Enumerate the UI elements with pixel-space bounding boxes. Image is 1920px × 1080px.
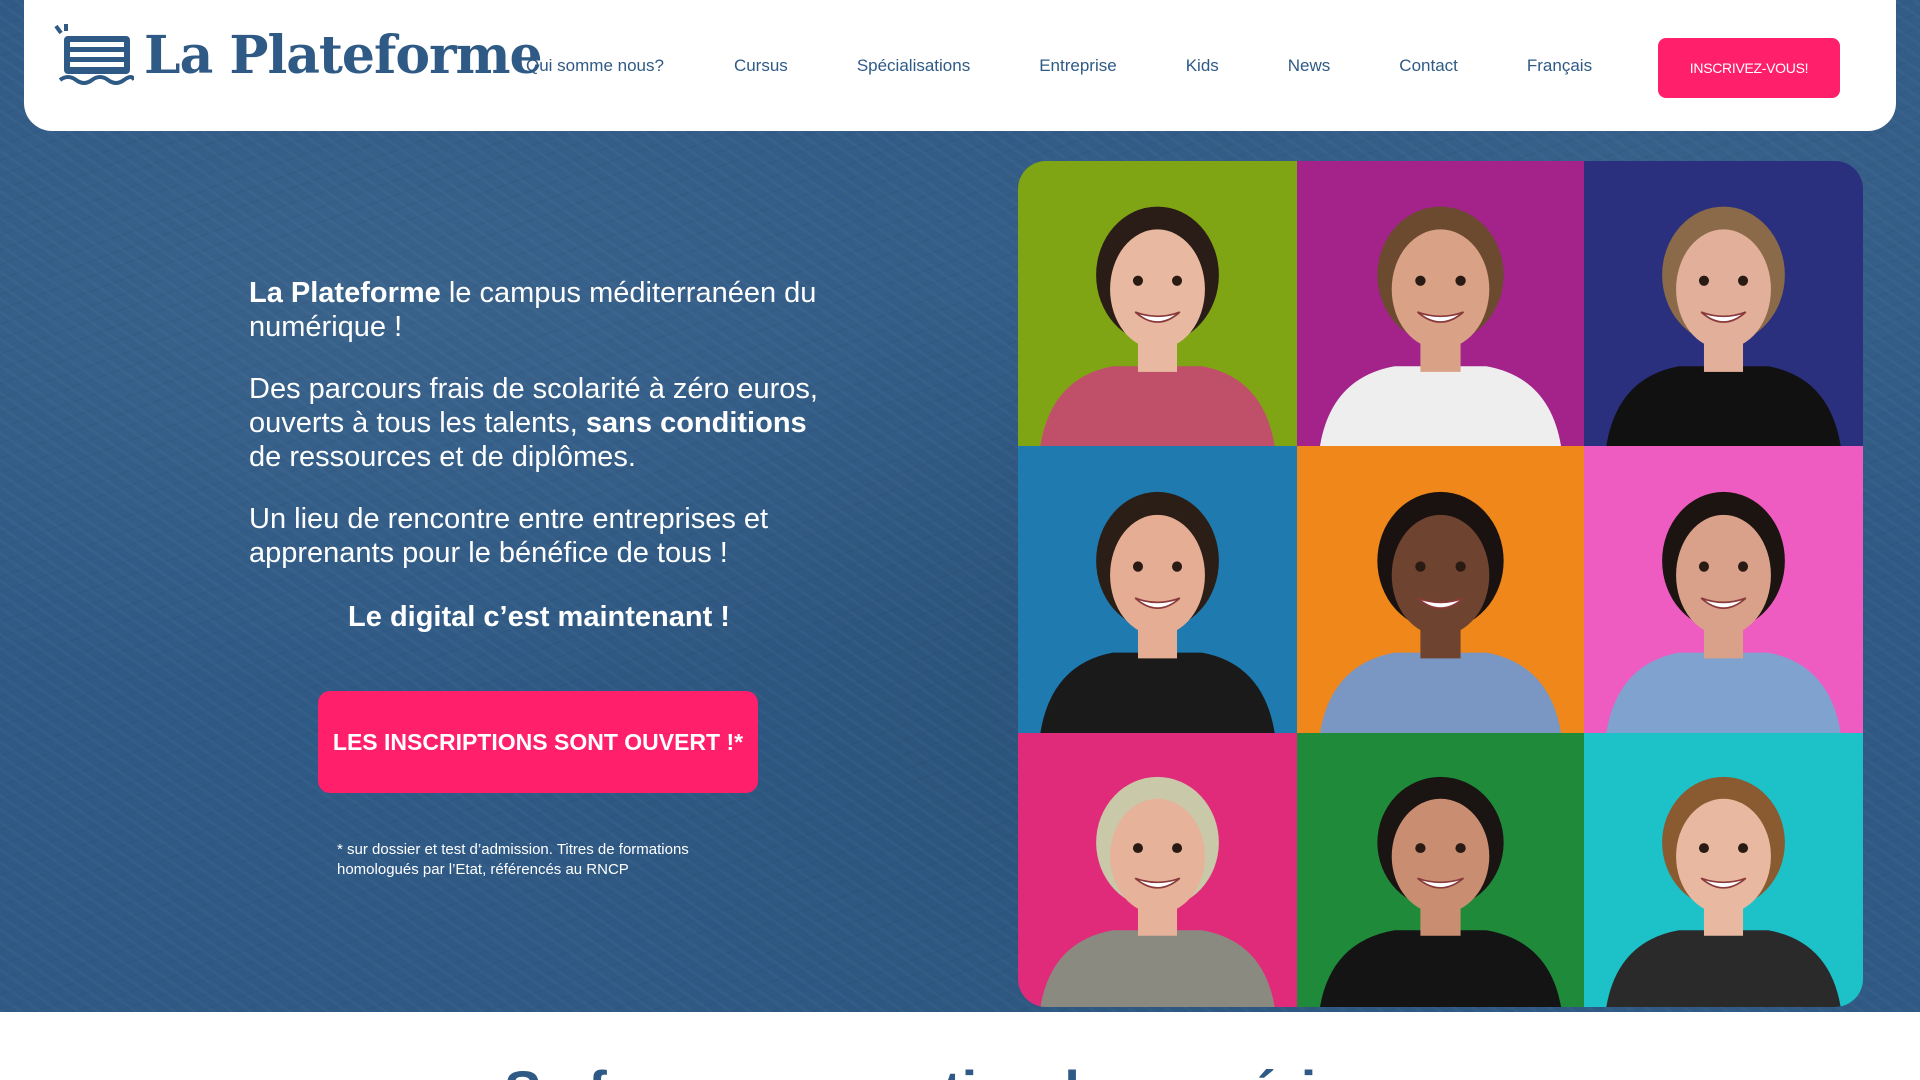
student-photo	[1297, 733, 1584, 1007]
hero-paragraph-meeting: Un lieu de rencontre entre entreprises e…	[249, 503, 769, 569]
portrait-image	[1040, 776, 1275, 1007]
student-photo	[1018, 446, 1297, 733]
main-nav: Qui somme nous? Cursus Spécialisations E…	[526, 56, 1592, 76]
portrait-image	[1040, 206, 1275, 446]
hero-fees-bold: sans conditions	[585, 407, 807, 439]
student-photo-grid	[1018, 161, 1863, 1007]
student-photo	[1297, 446, 1584, 733]
student-photo	[1297, 161, 1584, 446]
hero-tagline: Le digital c’est maintenant !	[348, 601, 730, 633]
hero-intro-brand: La Plateforme	[249, 277, 441, 309]
student-photo	[1018, 161, 1297, 446]
student-photo	[1018, 733, 1297, 1007]
site-header: La Plateforme Qui somme nous? Cursus Spé…	[24, 0, 1896, 131]
hero-text: La Plateforme le campus méditerranéen du…	[249, 276, 839, 598]
nav-entreprise[interactable]: Entreprise	[1039, 56, 1116, 76]
admission-footnote: * sur dossier et test d’admission. Titre…	[337, 841, 689, 878]
nav-language-select[interactable]: Français	[1527, 56, 1592, 76]
hero-paragraph-fees: Des parcours frais de scolarité à zéro e…	[249, 372, 839, 474]
portrait-image	[1040, 491, 1275, 733]
portrait-image	[1606, 491, 1841, 733]
nav-kids[interactable]: Kids	[1186, 56, 1219, 76]
portrait-image	[1606, 206, 1841, 446]
portrait-image	[1319, 491, 1562, 733]
section-title: Se former au metier du numérique	[0, 1058, 1920, 1080]
student-photo	[1584, 161, 1863, 446]
logo-icon	[54, 24, 134, 85]
nav-cursus[interactable]: Cursus	[734, 56, 788, 76]
registrations-open-button[interactable]: LES INSCRIPTIONS SONT OUVERT !*	[318, 691, 758, 793]
nav-news[interactable]: News	[1288, 56, 1331, 76]
nav-specialisations[interactable]: Spécialisations	[857, 56, 970, 76]
hero-fees-rest: de ressources et de diplômes.	[249, 441, 636, 473]
brand-name: La Plateforme	[144, 24, 543, 86]
nav-qui-somme-nous[interactable]: Qui somme nous?	[526, 56, 664, 76]
student-photo	[1584, 446, 1863, 733]
portrait-image	[1319, 206, 1562, 446]
portrait-image	[1606, 776, 1841, 1007]
register-button[interactable]: INSCRIVEZ-VOUS!	[1658, 38, 1840, 98]
student-photo	[1584, 733, 1863, 1007]
nav-contact[interactable]: Contact	[1399, 56, 1458, 76]
hero-intro: La Plateforme le campus méditerranéen du…	[249, 276, 839, 344]
portrait-image	[1319, 776, 1562, 1007]
brand-logo[interactable]: La Plateforme	[54, 24, 543, 86]
